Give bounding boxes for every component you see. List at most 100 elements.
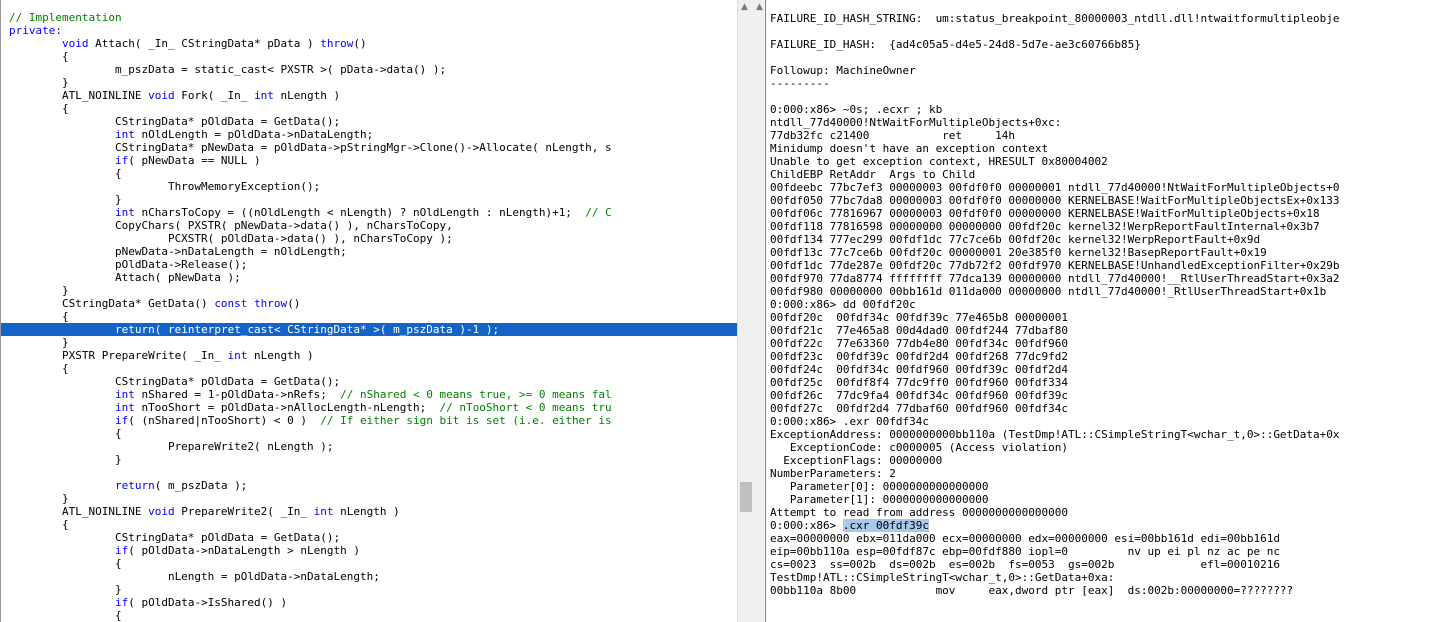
code-text: CopyChars( PXSTR( pNewData->data() ), nC…: [9, 219, 453, 232]
code-line[interactable]: int nCharsToCopy = ((nOldLength < nLengt…: [1, 206, 737, 219]
debugger-text: 00fdf24c 00fdf34c 00fdf960 00fdf39c 00fd…: [770, 363, 1069, 376]
code-keyword: private:: [9, 24, 62, 37]
code-text: {: [9, 518, 69, 531]
code-line[interactable]: {: [1, 167, 737, 180]
debugger-output-line: ---------: [770, 77, 1340, 90]
code-line[interactable]: }: [1, 193, 737, 206]
debugger-text: 00fdf23c 00fdf39c 00fdf2d4 00fdf268 77dc…: [770, 350, 1069, 363]
debugger-output-line: ntdll_77d40000!NtWaitForMultipleObjects+…: [770, 116, 1340, 129]
code-keyword: if: [114, 154, 129, 167]
code-line[interactable]: int nOldLength = pOldData->nDataLength;: [1, 128, 737, 141]
pane-splitter[interactable]: ▲: [754, 0, 767, 622]
code-keyword: int: [114, 128, 135, 141]
debugger-output-line: 00fdf1dc 77de287e 00fdf20c 77db72f2 00fd…: [770, 259, 1340, 272]
scrollbar-thumb[interactable]: [740, 482, 752, 512]
code-text: {: [9, 167, 122, 180]
code-line[interactable]: {: [1, 427, 737, 440]
debugger-text: TestDmp!ATL::CSimpleStringT<wchar_t,0>::…: [770, 571, 1115, 584]
code-comment: // nTooShort < 0 means tru: [439, 401, 612, 414]
debugger-output-line: NumberParameters: 2: [770, 467, 1340, 480]
debugger-text: FAILURE_ID_HASH: {ad4c05a5-d4e5-24d8-5d7…: [770, 38, 1141, 51]
debugger-output-pane[interactable]: FAILURE_ID_HASH_STRING: um:status_breakp…: [767, 0, 1453, 622]
debugger-text: 77db32fc c21400 ret 14h: [770, 129, 1016, 142]
debugger-output-line: [770, 90, 1340, 103]
debugger-output-line: [770, 51, 1340, 64]
code-line[interactable]: int nTooShort = pOldData->nAllocLength-n…: [1, 401, 737, 414]
code-line[interactable]: if( pOldData->nDataLength > nLength ): [1, 544, 737, 557]
code-keyword: const: [214, 297, 248, 310]
code-text: }: [9, 583, 122, 596]
code-text: PXSTR PrepareWrite( _In_: [9, 349, 228, 362]
code-line[interactable]: {: [1, 310, 737, 323]
code-line[interactable]: CStringData* pOldData = GetData();: [1, 531, 737, 544]
code-text: nTooShort = pOldData->nAllocLength-nLeng…: [134, 401, 440, 414]
code-line[interactable]: // Implementation: [1, 11, 737, 24]
debugger-text: 00fdf21c 77e465a8 00d4dad0 00fdf244 77db…: [770, 324, 1069, 337]
debugger-output-line: 77db32fc c21400 ret 14h: [770, 129, 1340, 142]
highlighted-code-line[interactable]: return( reinterpret_cast< CStringData* >…: [1, 323, 737, 336]
code-line[interactable]: {: [1, 609, 737, 622]
code-line[interactable]: CStringData* GetData() const throw(): [1, 297, 737, 310]
code-text: ( pNewData == NULL ): [128, 154, 261, 167]
code-line[interactable]: ATL_NOINLINE void Fork( _In_ int nLength…: [1, 89, 737, 102]
code-line[interactable]: {: [1, 557, 737, 570]
code-text: nLength ): [333, 505, 400, 518]
source-code[interactable]: // Implementation private: void Attach( _…: [1, 11, 737, 622]
selected-command-text[interactable]: .cxr 00fdf39c: [842, 519, 929, 532]
code-line[interactable]: ATL_NOINLINE void PrepareWrite2( _In_ in…: [1, 505, 737, 518]
code-line[interactable]: {: [1, 362, 737, 375]
debugger-text: ExceptionCode: c0000005 (Access violatio…: [770, 441, 1069, 454]
code-line[interactable]: void Attach( _In_ CStringData* pData ) t…: [1, 37, 737, 50]
debugger-text: 00fdf050 77bc7da8 00000003 00fdf0f0 0000…: [770, 194, 1340, 207]
debugger-output-line: 00fdf26c 77dc9fa4 00fdf34c 00fdf960 00fd…: [770, 389, 1340, 402]
code-line[interactable]: [1, 466, 737, 479]
code-line[interactable]: {: [1, 102, 737, 115]
code-line[interactable]: PXSTR PrepareWrite( _In_ int nLength ): [1, 349, 737, 362]
code-line[interactable]: }: [1, 336, 737, 349]
code-line[interactable]: CStringData* pNewData = pOldData->pStrin…: [1, 141, 737, 154]
code-line[interactable]: Attach( pNewData );: [1, 271, 737, 284]
debugger-output-line: 00fdf23c 00fdf39c 00fdf2d4 00fdf268 77dc…: [770, 350, 1340, 363]
code-line[interactable]: ThrowMemoryException();: [1, 180, 737, 193]
code-text: }: [9, 193, 122, 206]
code-line[interactable]: if( (nShared|nTooShort) < 0 ) // If eith…: [1, 414, 737, 427]
code-line[interactable]: pOldData->Release();: [1, 258, 737, 271]
code-line[interactable]: }: [1, 492, 737, 505]
debugger-output-line: Followup: MachineOwner: [770, 64, 1340, 77]
scroll-up-arrow-icon[interactable]: ▲: [741, 2, 748, 12]
code-line[interactable]: CopyChars( PXSTR( pNewData->data() ), nC…: [1, 219, 737, 232]
debugger-output[interactable]: FAILURE_ID_HASH_STRING: um:status_breakp…: [770, 12, 1340, 597]
code-line[interactable]: nLength = pOldData->nDataLength;: [1, 570, 737, 583]
code-line[interactable]: if( pOldData->IsShared() ): [1, 596, 737, 609]
code-line[interactable]: }: [1, 583, 737, 596]
code-line[interactable]: return( m_pszData );: [1, 479, 737, 492]
editor-vertical-scrollbar[interactable]: ▲: [737, 0, 754, 622]
debugger-text: 00bb110a 8b00 mov eax,dword ptr [eax] ds…: [770, 584, 1294, 597]
code-comment: // If either sign bit is set (i.e. eithe…: [320, 414, 612, 427]
code-line[interactable]: PCXSTR( pOldData->data() ), nCharsToCopy…: [1, 232, 737, 245]
code-line[interactable]: int nShared = 1-pOldData->nRefs; // nSha…: [1, 388, 737, 401]
code-line[interactable]: private:: [1, 24, 737, 37]
code-text: (): [287, 297, 301, 310]
code-line[interactable]: CStringData* pOldData = GetData();: [1, 375, 737, 388]
code-line[interactable]: }: [1, 76, 737, 89]
debugger-output-line: 00fdf20c 00fdf34c 00fdf39c 77e465b8 0000…: [770, 311, 1340, 324]
source-editor-pane[interactable]: // Implementation private: void Attach( _…: [0, 0, 737, 622]
debugger-text: 00fdf970 77da8774 ffffffff 77dca139 0000…: [770, 272, 1340, 285]
code-text: nLength ): [247, 349, 314, 362]
code-line[interactable]: m_pszData = static_cast< PXSTR >( pData-…: [1, 63, 737, 76]
scroll-up-arrow-icon[interactable]: ▲: [756, 2, 763, 12]
code-line[interactable]: pNewData->nDataLength = nOldLength;: [1, 245, 737, 258]
code-line[interactable]: }: [1, 453, 737, 466]
code-line[interactable]: PrepareWrite2( nLength );: [1, 440, 737, 453]
code-line[interactable]: {: [1, 50, 737, 63]
code-line[interactable]: if( pNewData == NULL ): [1, 154, 737, 167]
code-line[interactable]: {: [1, 518, 737, 531]
code-line[interactable]: }: [1, 284, 737, 297]
code-text: ( (nShared|nTooShort) < 0 ): [128, 414, 321, 427]
code-line[interactable]: CStringData* pOldData = GetData();: [1, 115, 737, 128]
code-keyword: return: [114, 479, 155, 492]
debugger-text: ---------: [770, 77, 830, 90]
code-text: pNewData->nDataLength = nOldLength;: [9, 245, 347, 258]
